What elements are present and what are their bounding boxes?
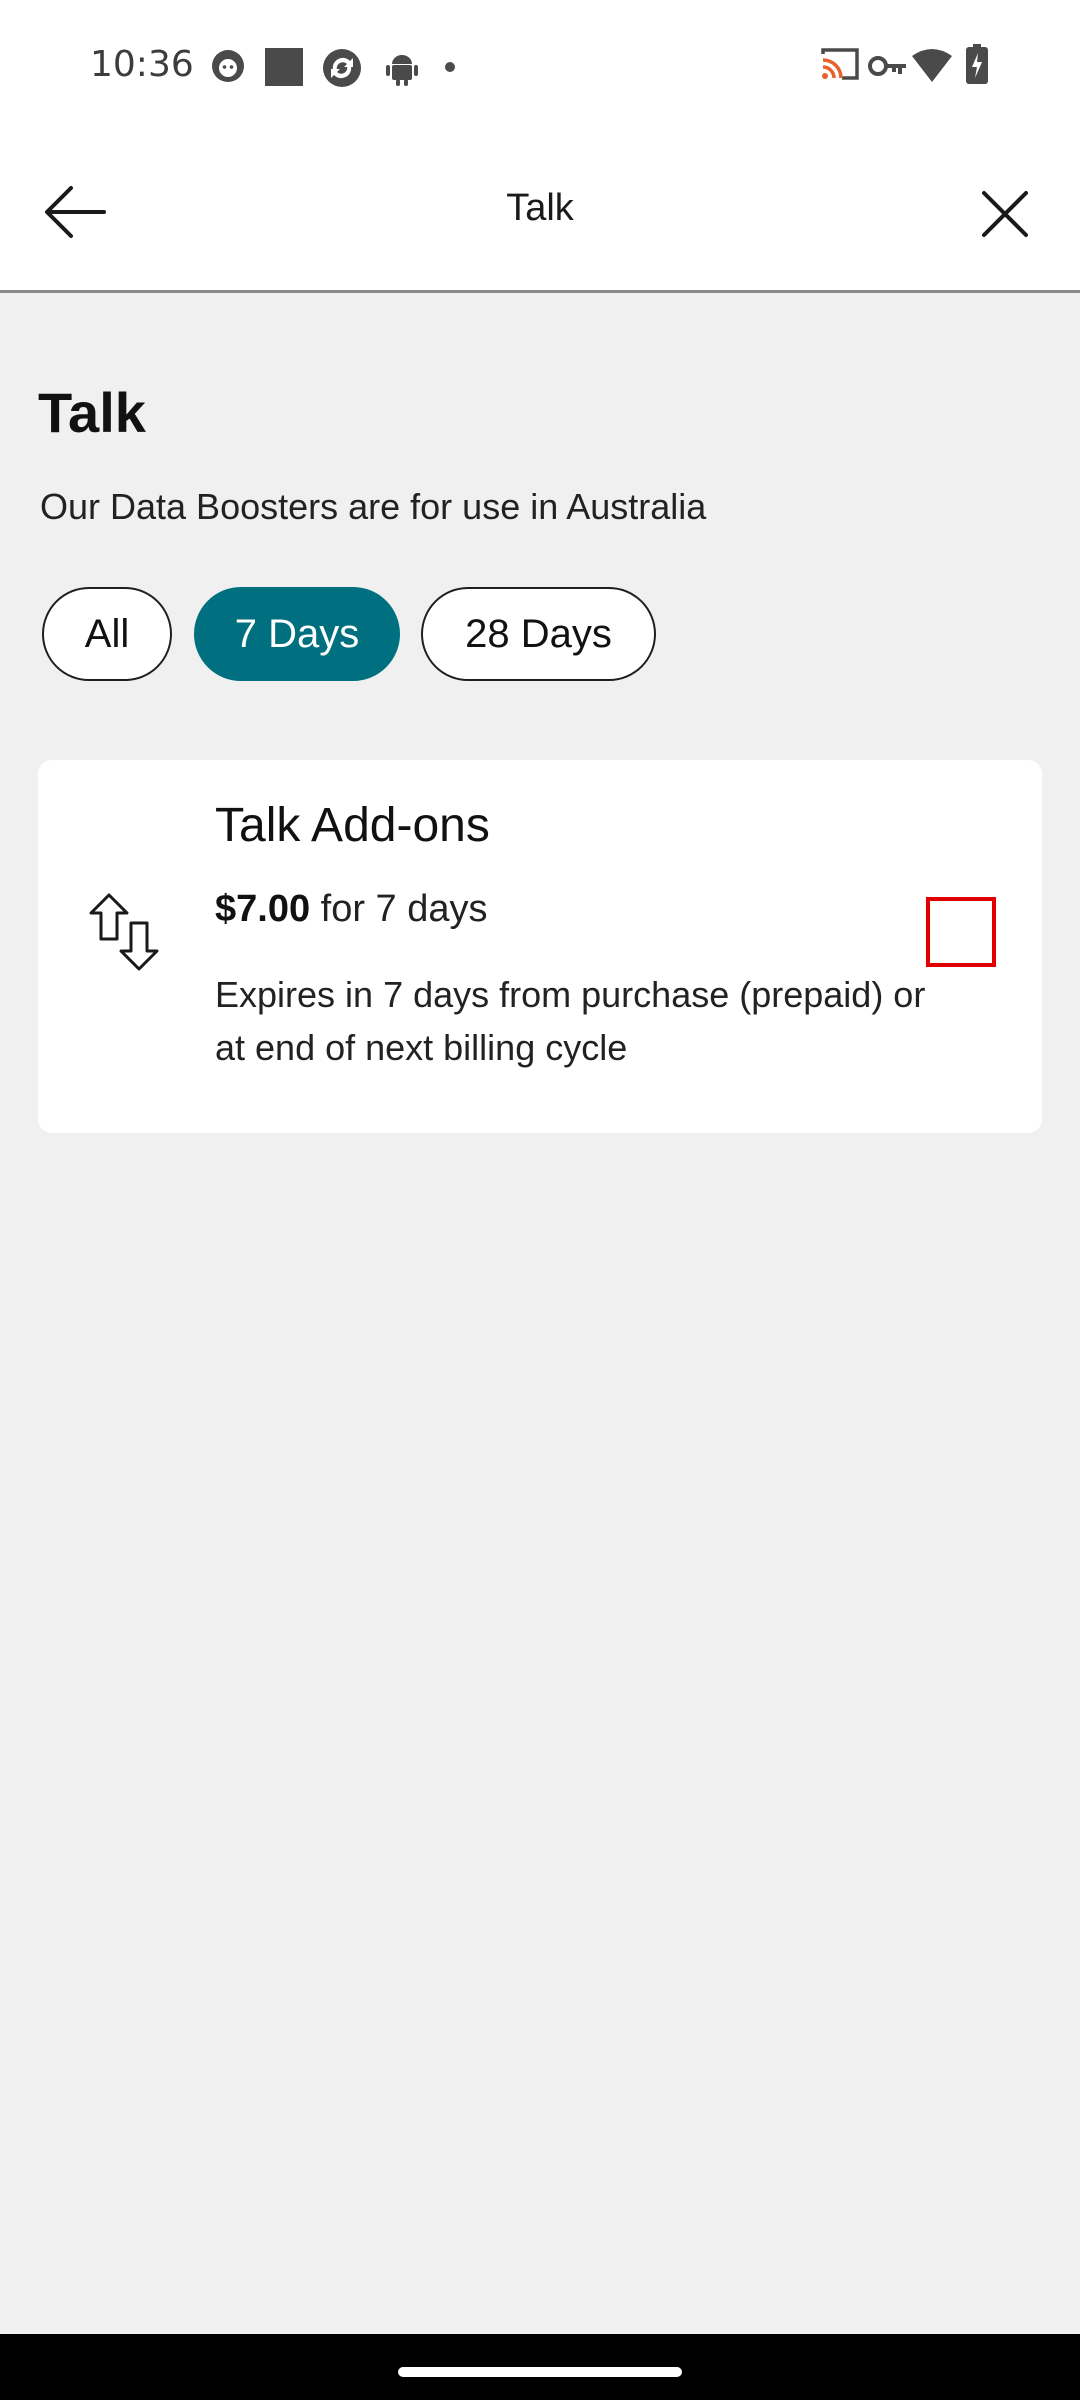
filter-chip-all[interactable]: All	[42, 587, 172, 681]
status-time: 10:36	[90, 44, 194, 85]
page-subtitle: Our Data Boosters are for use in Austral…	[40, 486, 707, 527]
addon-title: Talk Add-ons	[215, 799, 490, 852]
filter-chip-7-days[interactable]: 7 Days	[194, 587, 400, 681]
status-bar: 10:36	[0, 0, 1080, 135]
filter-chip-label: 7 Days	[234, 611, 360, 656]
filter-chip-label: All	[84, 611, 130, 656]
cast-icon	[821, 48, 859, 80]
page-title: Talk	[38, 381, 146, 444]
home-gesture-handle[interactable]	[398, 2367, 682, 2377]
sync-notification-icon	[323, 49, 361, 87]
addon-price-line: $7.00 for 7 days	[215, 888, 488, 931]
addon-description: Expires in 7 days from purchase (prepaid…	[215, 974, 926, 1068]
addon-price: $7.00	[215, 888, 311, 930]
close-button[interactable]	[980, 189, 1030, 239]
wifi-icon	[912, 49, 952, 82]
addon-period: for 7 days	[320, 888, 488, 930]
up-down-arrows-icon	[89, 893, 159, 971]
close-icon	[982, 191, 1028, 237]
addon-select-checkbox[interactable]	[926, 897, 996, 967]
app-bar: Talk	[0, 135, 1080, 293]
dot-notification-icon	[445, 62, 455, 72]
android-notification-icon	[386, 55, 418, 86]
filter-chip-label: 28 Days	[465, 611, 612, 656]
addon-card[interactable]: Talk Add-ons $7.00 for 7 days Expires in…	[38, 760, 1042, 1133]
battery-charging-icon	[966, 44, 988, 84]
vpn-key-icon	[868, 56, 906, 76]
filter-chip-28-days[interactable]: 28 Days	[421, 587, 656, 681]
cat-notification-icon	[212, 50, 244, 82]
square-notification-icon	[265, 48, 303, 86]
app-bar-title: Talk	[506, 187, 574, 229]
navigation-bar	[0, 2334, 1080, 2400]
